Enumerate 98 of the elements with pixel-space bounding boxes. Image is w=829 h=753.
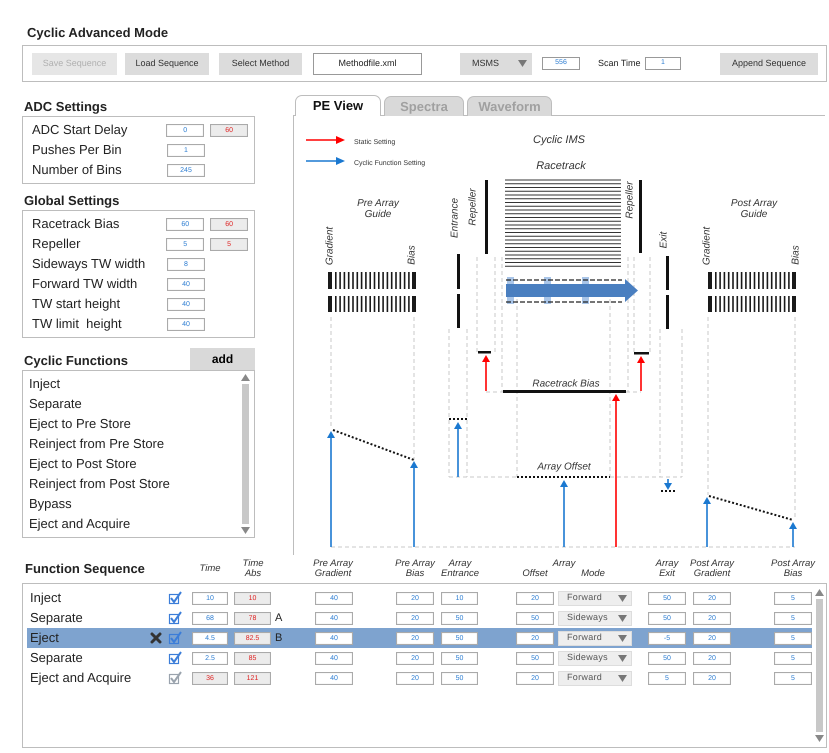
electrode-label: Gradient — [324, 226, 336, 266]
section-title: Function Sequence — [25, 560, 146, 578]
column-header: Array Entrance — [440, 559, 480, 579]
toolbar-button[interactable]: Select Method — [219, 52, 302, 74]
diagram-title: Cyclic IMS — [532, 135, 586, 146]
column-header: Mode — [580, 569, 606, 579]
function-name: Eject and Acquire — [30, 669, 132, 688]
function-name: Separate — [30, 609, 84, 628]
function-name: Separate — [30, 649, 84, 668]
column-header: Post Array Bias — [770, 559, 816, 579]
setting-label: Racetrack Bias — [32, 215, 120, 234]
list-item[interactable]: Eject and Acquire — [29, 514, 239, 534]
mode-dropdown[interactable]: Forward — [558, 590, 632, 606]
arrow — [637, 356, 645, 391]
scrollbar-thumb[interactable] — [816, 599, 822, 732]
caret-icon — [618, 594, 627, 602]
list-item[interactable]: Eject to Pre Store — [29, 414, 239, 434]
list-item[interactable]: Separate — [29, 394, 239, 414]
caret-icon — [618, 634, 627, 642]
field-label: Scan Time — [598, 56, 642, 70]
level-line — [449, 418, 467, 420]
section-title: Cyclic Functions — [23, 352, 128, 370]
scroll-up-icon — [240, 374, 250, 381]
arrow — [454, 422, 462, 477]
entrance-electrode — [457, 254, 460, 289]
electrode-bar — [634, 352, 649, 354]
column-header: Time — [198, 564, 222, 574]
checkbox[interactable] — [168, 631, 182, 645]
diagram-label: Racetrack — [535, 161, 587, 172]
setting-label: Number of Bins — [32, 161, 123, 180]
function-name: Eject — [30, 629, 60, 648]
electrode-label: Bias — [790, 245, 802, 265]
section-title: ADC Settings — [23, 98, 108, 116]
electrode-label: Bias — [406, 245, 418, 265]
level-line — [661, 490, 677, 492]
column-header: Array — [551, 559, 577, 569]
list-item[interactable]: Reinject from Pre Store — [29, 434, 239, 454]
electrode-label: Repeller — [624, 181, 636, 219]
column-header: Pre Array Bias — [394, 559, 436, 579]
row-marker: A — [275, 610, 284, 626]
list-item[interactable]: Bypass — [29, 494, 239, 514]
window-title: Cyclic Advanced Mode — [27, 25, 170, 41]
diagram-label: Post Array Guide — [730, 198, 778, 220]
electrode-label: Gradient — [702, 226, 712, 266]
electrode-bar — [478, 351, 491, 354]
tab[interactable]: PE View — [295, 95, 381, 116]
column-header: Offset — [521, 569, 549, 579]
entrance-electrode — [457, 294, 460, 328]
scrollbar-thumb[interactable] — [242, 384, 248, 524]
add-button[interactable]: add — [190, 348, 255, 370]
setting-label: Forward TW width — [32, 275, 138, 294]
setting-label: TW start height — [32, 295, 122, 314]
diagram-label: Racetrack Bias — [532, 378, 600, 390]
input-field[interactable]: Methodfile.xml — [313, 52, 422, 74]
section-title: Global Settings — [23, 192, 120, 210]
function-name: Inject — [30, 589, 62, 608]
caret-icon — [618, 614, 627, 622]
delete-icon — [150, 632, 162, 644]
mode-dropdown[interactable]: Sideways — [558, 610, 632, 626]
caret-icon — [618, 674, 627, 682]
list-item[interactable]: Eject to Post Store — [29, 454, 239, 474]
scroll-up-icon — [814, 589, 824, 596]
toolbar-button[interactable]: Append Sequence — [720, 52, 818, 74]
setting-label: Sideways TW width — [32, 255, 146, 274]
list-item[interactable]: Reinject from Post Store — [29, 474, 239, 494]
mode-dropdown[interactable]: Forward — [558, 630, 632, 646]
column-header: Post Array Gradient — [689, 559, 736, 579]
row-marker: B — [275, 630, 284, 646]
checkbox[interactable] — [168, 611, 182, 625]
checkbox[interactable] — [168, 651, 182, 665]
arrow — [560, 480, 568, 547]
exit-electrode — [666, 295, 669, 329]
column-header: Array Exit — [654, 559, 680, 579]
diagram-label: Pre Array Guide — [356, 198, 400, 220]
scroll-down-icon — [814, 735, 824, 742]
mode-dropdown[interactable]: Sideways — [558, 650, 632, 666]
caret-icon — [518, 60, 527, 67]
electrode-label: Exit — [658, 232, 670, 248]
electrode-label: Entrance — [450, 198, 460, 238]
setting-label: Pushes Per Bin — [32, 141, 123, 160]
setting-label: Repeller — [32, 235, 82, 254]
checkbox[interactable] — [168, 591, 182, 605]
arrow — [789, 522, 797, 547]
column-header: Time Abs — [241, 559, 265, 579]
electrode-label: Repeller — [468, 188, 478, 226]
scroll-down-icon — [240, 527, 250, 534]
setting-label: TW limit height — [32, 315, 123, 334]
caret-icon — [618, 654, 627, 662]
exit-electrode — [666, 256, 669, 290]
column-header: Pre Array Gradient — [312, 559, 354, 579]
arrow — [482, 355, 490, 391]
arrow — [703, 497, 711, 547]
mode-dropdown[interactable]: MSMS — [460, 52, 532, 74]
toolbar-button[interactable]: Load Sequence — [125, 52, 209, 74]
arrow — [664, 479, 672, 490]
list-item[interactable]: Inject — [29, 374, 239, 394]
diagram-label: Array Offset — [537, 462, 591, 472]
setting-label: ADC Start Delay — [32, 121, 128, 140]
